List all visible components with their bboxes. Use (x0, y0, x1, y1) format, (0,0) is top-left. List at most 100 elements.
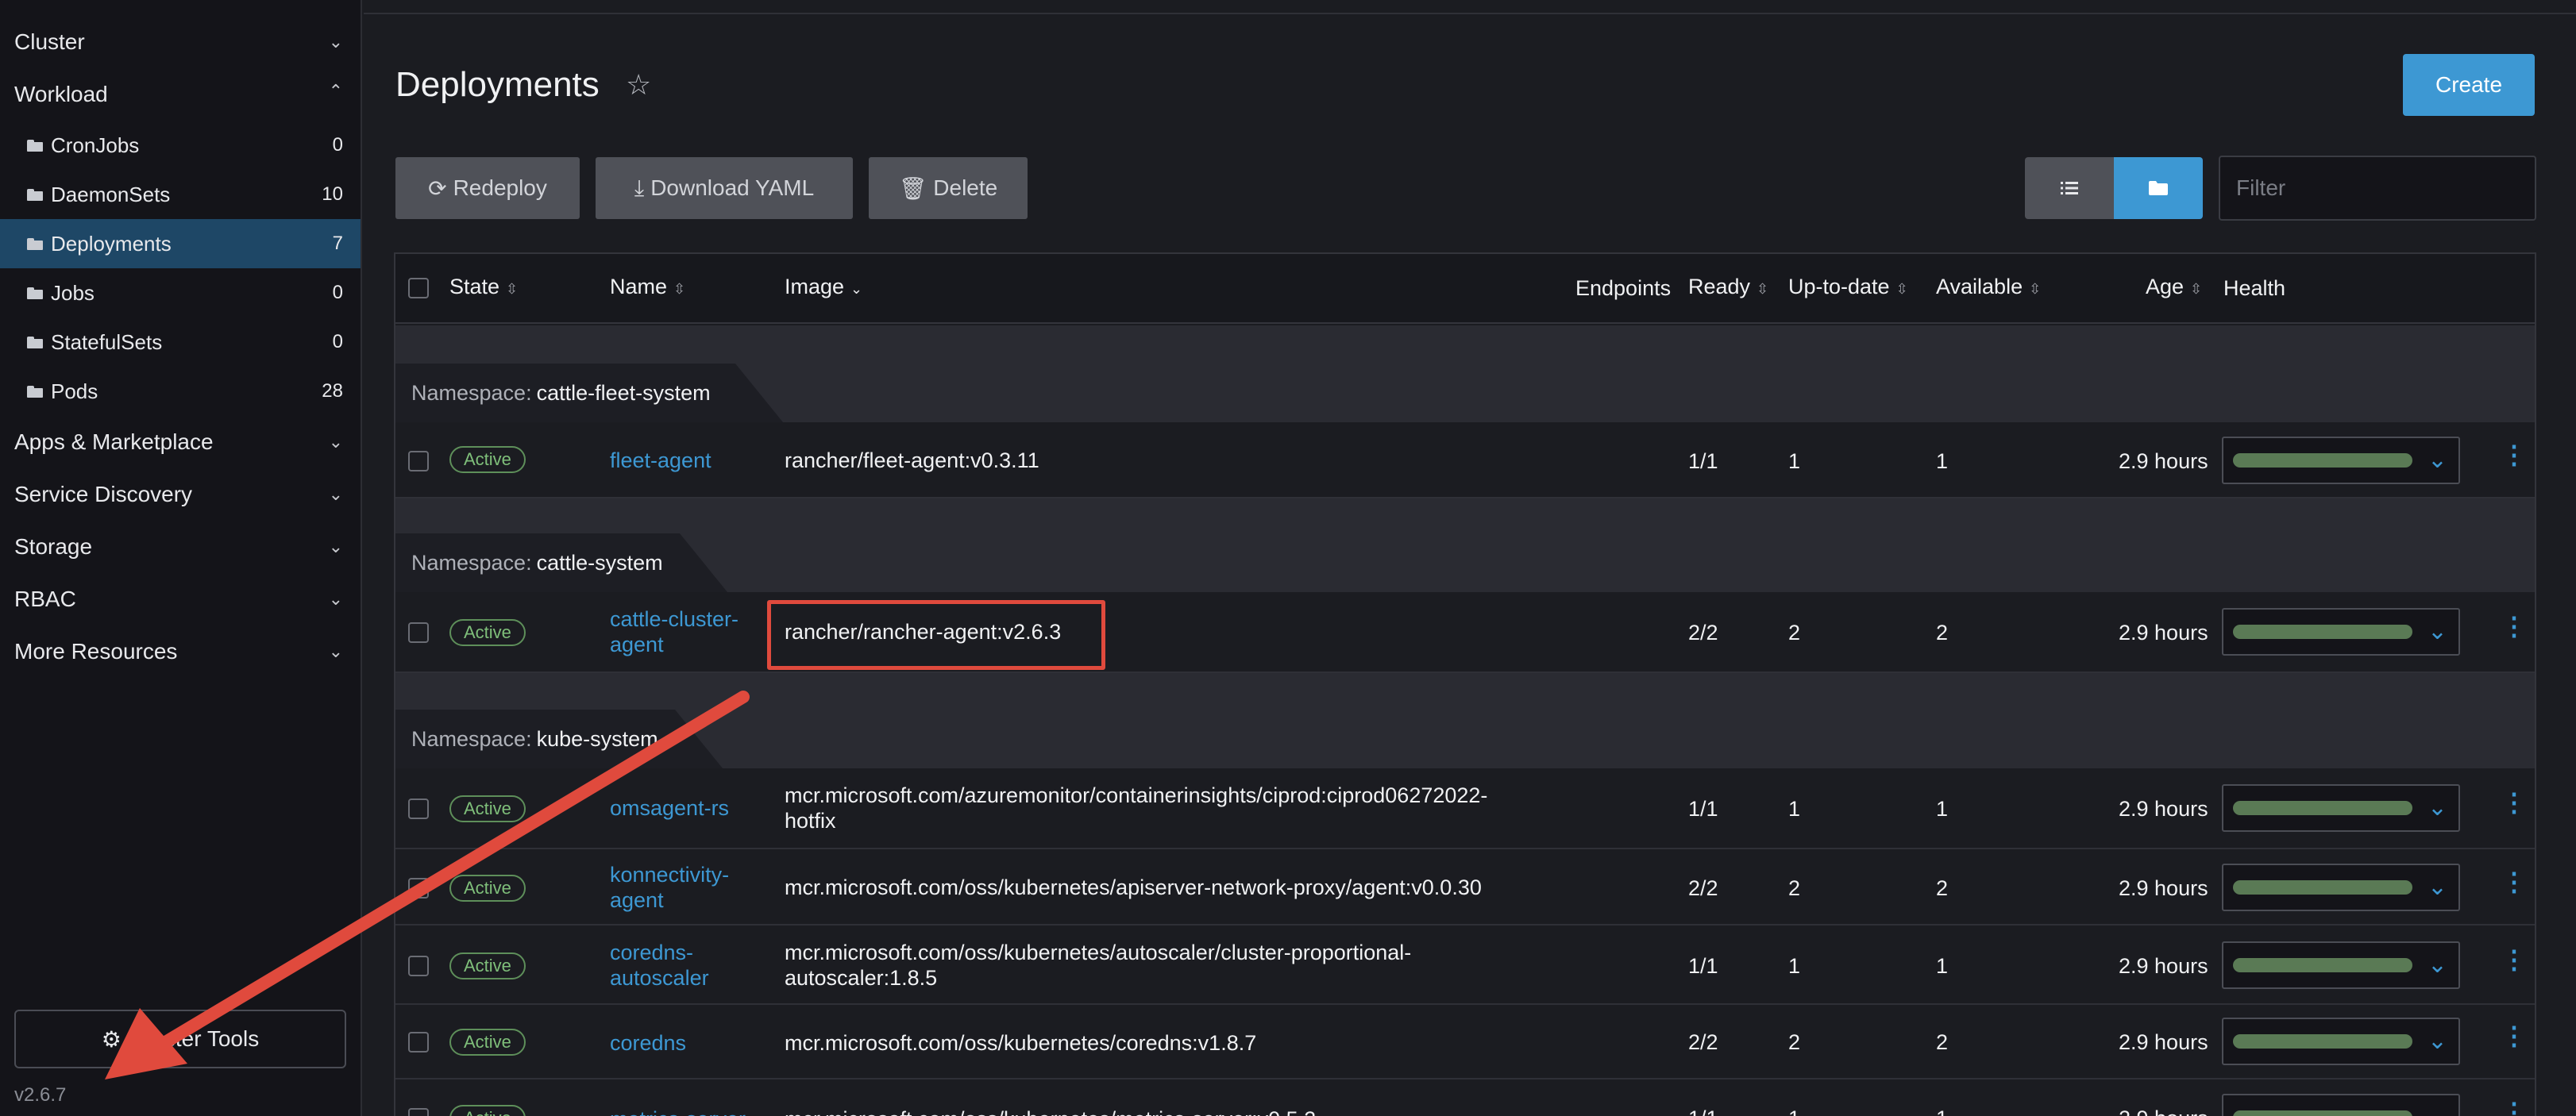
chevron-down-icon: ⌄ (328, 484, 343, 504)
chevron-down-icon: ⌄ (328, 589, 343, 609)
sidebar-group-storage[interactable]: Storage ⌄ (0, 522, 361, 571)
deployment-name-link[interactable]: coredns (610, 1030, 686, 1056)
sidebar-item-jobs[interactable]: Jobs 0 (0, 268, 361, 317)
column-header-available[interactable]: Available ⇳ (1936, 275, 2041, 299)
sidebar-group-cluster[interactable]: Cluster ⌄ (0, 17, 361, 67)
sort-desc-icon: ⌄ (850, 281, 863, 297)
table-row[interactable]: Active coredns mcr.microsoft.com/oss/kub… (395, 1005, 2535, 1079)
row-checkbox[interactable] (408, 878, 429, 899)
deployment-name-link[interactable]: omsagent-rs (610, 795, 729, 821)
row-checkbox[interactable] (408, 1108, 429, 1116)
highlight-annotation-box (767, 600, 1105, 670)
row-checkbox[interactable] (408, 799, 429, 819)
table-row[interactable]: Active omsagent-rs mcr.microsoft.com/azu… (395, 768, 2535, 849)
group-by-namespace-toggle[interactable] (2114, 157, 2203, 219)
ready-cell: 1/1 (1688, 954, 1718, 978)
available-cell: 2 (1936, 621, 1949, 645)
row-actions-kebab[interactable]: ⋮ (2501, 867, 2527, 897)
deployment-name-link[interactable]: coredns-autoscaler (610, 940, 709, 991)
folder-icon (27, 336, 43, 348)
sidebar-group-label: RBAC (14, 587, 76, 611)
available-cell: 1 (1936, 449, 1949, 473)
row-actions-kebab[interactable]: ⋮ (2501, 1021, 2527, 1051)
sidebar-item-pods[interactable]: Pods 28 (0, 367, 361, 416)
folder-icon (27, 188, 43, 201)
cluster-tools-label: Cluster Tools (130, 1026, 260, 1051)
table-row[interactable]: Active coredns-autoscaler mcr.microsoft.… (395, 926, 2535, 1005)
row-checkbox[interactable] (408, 451, 429, 471)
table-row[interactable]: Active metrics-server mcr.microsoft.com/… (395, 1079, 2535, 1116)
sidebar-item-label: Jobs (51, 280, 94, 305)
health-scale[interactable]: ⌄ (2222, 1094, 2460, 1116)
column-header-image[interactable]: Image ⌄ (785, 275, 862, 299)
row-checkbox[interactable] (408, 956, 429, 976)
sidebar-item-count: 7 (332, 233, 343, 254)
chevron-down-icon: ⌄ (2427, 1028, 2447, 1054)
create-button[interactable]: Create (2403, 54, 2535, 116)
status-badge: Active (449, 875, 526, 902)
chevron-down-icon: ⌄ (2427, 795, 2447, 821)
row-actions-kebab[interactable]: ⋮ (2501, 440, 2527, 470)
row-actions-kebab[interactable]: ⋮ (2501, 787, 2527, 818)
row-checkbox[interactable] (408, 622, 429, 643)
table-row[interactable]: Active cattle-cluster-agent rancher/ranc… (395, 592, 2535, 673)
sidebar-group-more-resources[interactable]: More Resources ⌄ (0, 627, 361, 676)
health-scale[interactable]: ⌄ (2222, 784, 2460, 832)
row-checkbox[interactable] (408, 1032, 429, 1053)
sidebar-item-count: 0 (332, 331, 343, 352)
table-row[interactable]: Active fleet-agent rancher/fleet-agent:v… (395, 422, 2535, 498)
sidebar-item-label: Pods (51, 379, 98, 403)
sidebar-group-service-discovery[interactable]: Service Discovery ⌄ (0, 470, 361, 519)
select-all-checkbox[interactable] (408, 278, 429, 298)
image-cell: mcr.microsoft.com/oss/kubernetes/coredns… (785, 1031, 1257, 1055)
folder-icon (2149, 181, 2168, 195)
image-cell: mcr.microsoft.com/oss/kubernetes/autosca… (785, 941, 1412, 990)
row-actions-kebab[interactable]: ⋮ (2501, 945, 2527, 975)
sidebar-group-rbac[interactable]: RBAC ⌄ (0, 575, 361, 624)
health-scale[interactable]: ⌄ (2222, 941, 2460, 989)
delete-button[interactable]: 🗑 Delete (869, 157, 1028, 219)
up-to-date-cell: 2 (1788, 621, 1801, 645)
deployment-name-link[interactable]: fleet-agent (610, 448, 711, 473)
chevron-down-icon: ⌄ (328, 641, 343, 661)
column-header-up-to-date[interactable]: Up-to-date ⇳ (1788, 275, 1908, 299)
list-view-toggle[interactable] (2025, 157, 2114, 219)
sidebar-item-statefulsets[interactable]: StatefulSets 0 (0, 317, 361, 367)
sidebar-item-cronjobs[interactable]: CronJobs 0 (0, 121, 361, 170)
sidebar-item-daemonsets[interactable]: DaemonSets 10 (0, 170, 361, 219)
filter-input[interactable] (2219, 156, 2536, 221)
star-icon[interactable]: ☆ (626, 68, 651, 102)
redeploy-button[interactable]: ⟳ Redeploy (395, 157, 580, 219)
table-header: State ⇳ Name ⇳ Image ⌄ Endpoints Ready ⇳ Up-… (395, 254, 2535, 324)
sort-icon: ⇳ (2190, 281, 2203, 297)
column-header-ready[interactable]: Ready ⇳ (1688, 275, 1768, 299)
column-header-age[interactable]: Age ⇳ (2146, 275, 2202, 299)
age-cell: 2.9 hours (2119, 876, 2208, 900)
sidebar-item-deployments[interactable]: Deployments 7 (0, 219, 361, 268)
sidebar-group-label: More Resources (14, 639, 178, 664)
namespace-group-band: Namespace: cattle-system (395, 498, 2535, 592)
sidebar-group-workload[interactable]: Workload ⌃ (0, 70, 361, 119)
age-cell: 2.9 hours (2119, 621, 2208, 645)
column-header-state[interactable]: State ⇳ (449, 275, 518, 299)
table-row[interactable]: Active konnectivity-agent mcr.microsoft.… (395, 849, 2535, 926)
row-actions-kebab[interactable]: ⋮ (2501, 1097, 2527, 1116)
namespace-prefix: Namespace: (411, 380, 532, 405)
health-scale[interactable]: ⌄ (2222, 864, 2460, 911)
deployment-name-link[interactable]: konnectivity-agent (610, 862, 729, 913)
column-header-endpoints: Endpoints (1575, 276, 1672, 300)
row-actions-kebab[interactable]: ⋮ (2501, 611, 2527, 641)
chevron-up-icon: ⌃ (328, 81, 343, 101)
health-scale[interactable]: ⌄ (2222, 437, 2460, 484)
health-scale[interactable]: ⌄ (2222, 1018, 2460, 1065)
sidebar-group-apps-marketplace[interactable]: Apps & Marketplace ⌄ (0, 418, 361, 467)
deployment-name-link[interactable]: metrics-server (610, 1106, 746, 1116)
health-bar (2233, 453, 2412, 468)
age-cell: 2.9 hours (2119, 1030, 2208, 1054)
download-yaml-button[interactable]: ⤓ Download YAML (596, 157, 853, 219)
deployment-name-link[interactable]: cattle-cluster-agent (610, 606, 738, 657)
cluster-tools-button[interactable]: ⚙ Cluster Tools (14, 1010, 346, 1068)
column-header-name[interactable]: Name ⇳ (610, 275, 685, 299)
health-scale[interactable]: ⌄ (2222, 608, 2460, 656)
age-cell: 2.9 hours (2119, 954, 2208, 978)
